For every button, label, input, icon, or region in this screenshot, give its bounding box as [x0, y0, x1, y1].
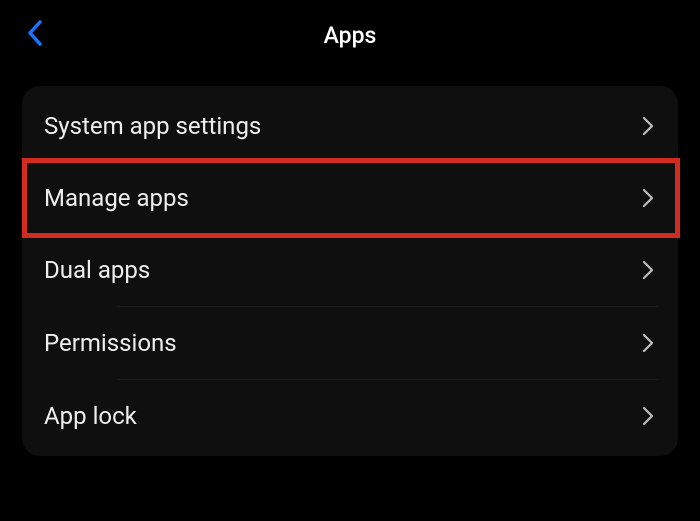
back-chevron-icon [26, 19, 44, 51]
chevron-right-icon [638, 333, 658, 353]
chevron-right-icon [638, 116, 658, 136]
row-permissions[interactable]: Permissions [22, 307, 678, 379]
chevron-right-icon [638, 188, 658, 208]
row-label: Permissions [44, 329, 177, 357]
row-system-app-settings[interactable]: System app settings [22, 90, 678, 162]
page-title: Apps [324, 22, 377, 49]
settings-panel: System app settings Manage apps Dual app… [22, 86, 678, 456]
row-label: Manage apps [44, 184, 189, 212]
back-button[interactable] [20, 20, 50, 50]
chevron-right-icon [638, 406, 658, 426]
row-label: Dual apps [44, 256, 150, 284]
row-dual-apps[interactable]: Dual apps [22, 234, 678, 306]
row-label: App lock [44, 402, 137, 430]
row-label: System app settings [44, 112, 261, 140]
header: Apps [0, 0, 700, 70]
row-manage-apps[interactable]: Manage apps [22, 162, 678, 234]
row-app-lock[interactable]: App lock [22, 380, 678, 452]
chevron-right-icon [638, 260, 658, 280]
